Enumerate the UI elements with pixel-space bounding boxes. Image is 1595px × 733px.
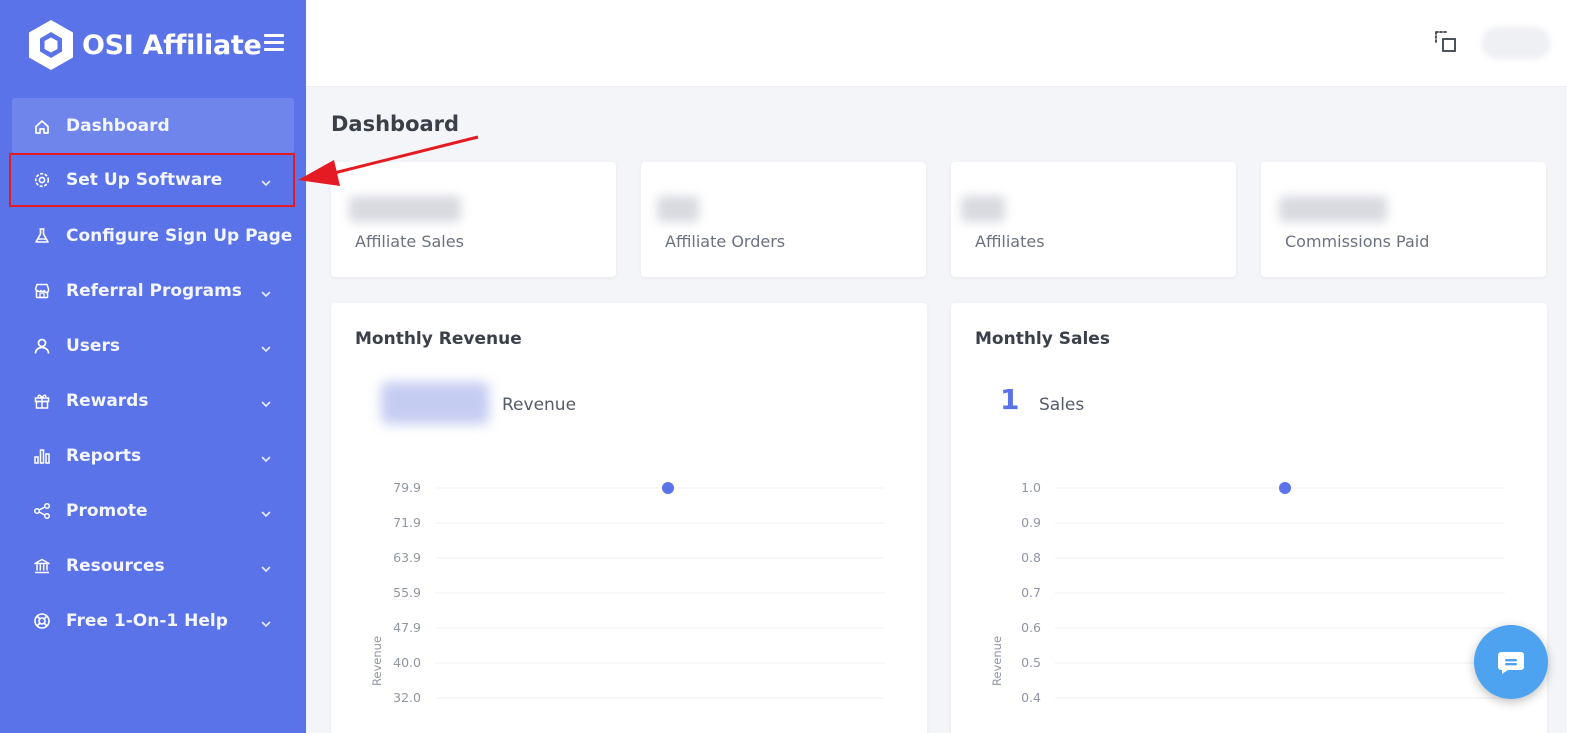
sidebar-item-referral-programs[interactable]: Referral Programs [12, 263, 294, 318]
stat-value-hidden [961, 196, 1005, 222]
data-point [1279, 482, 1291, 494]
y-tick-label: 47.9 [393, 620, 421, 635]
bank-icon [33, 557, 51, 575]
brand-name: OSI Affiliate [82, 29, 262, 61]
sidebar-item-rewards[interactable]: Rewards [12, 373, 294, 428]
sidebar-item-label: Set Up Software [66, 170, 223, 190]
stat-value-hidden [1279, 196, 1387, 222]
user-avatar[interactable] [1482, 27, 1550, 59]
sidebar: OSI Affiliate Dashboard Set Up Software Co… [0, 0, 306, 733]
y-tick-label: 79.9 [393, 480, 421, 495]
chevron-down-icon [260, 560, 272, 572]
sidebar-item-users[interactable]: Users [12, 318, 294, 373]
user-icon [33, 337, 51, 355]
sidebar-item-label: Reports [66, 445, 142, 466]
y-tick-label: 32.0 [393, 690, 421, 705]
y-tick-label: 1.0 [1021, 480, 1041, 495]
brand[interactable]: OSI Affiliate [28, 18, 262, 72]
kpi-value: 1 [1000, 383, 1020, 416]
sidebar-item-label: Dashboard [66, 115, 170, 136]
y-tick-label: 0.8 [1021, 550, 1041, 565]
sidebar-item-dashboard[interactable]: Dashboard [12, 98, 294, 153]
sales-chart: 1.0 0.9 0.8 0.7 0.6 0.5 0.4 Revenue [990, 480, 1505, 705]
annotation-arrow [298, 135, 479, 186]
sidebar-item-label: Referral Programs [66, 280, 242, 301]
chevron-down-icon [260, 615, 272, 627]
sidebar-item-resources[interactable]: Resources [12, 538, 294, 593]
sidebar-item-label: Configure Sign Up Page [66, 225, 293, 246]
sidebar-item-label: Users [66, 335, 120, 356]
chevron-down-icon [260, 174, 272, 187]
stat-label: Affiliate Orders [665, 232, 786, 251]
top-bar [306, 0, 1595, 87]
chat-icon [1498, 652, 1524, 674]
y-tick-label: 71.9 [393, 515, 421, 530]
scrollbar[interactable] [1567, 0, 1595, 733]
monthly-sales-card: Monthly Sales 1 Sales 1.0 0.9 0.8 0.7 0.6 0.5… [951, 303, 1547, 733]
sidebar-item-promote[interactable]: Promote [12, 483, 294, 538]
y-tick-label: 40.0 [393, 655, 421, 670]
monthly-revenue-card: Monthly Revenue Revenue 79.9 71.9 63.9 55.9… [331, 303, 927, 733]
stat-label: Commissions Paid [1285, 232, 1430, 251]
sidebar-item-configure-sign-up-page[interactable]: Configure Sign Up Page [12, 208, 294, 263]
y-tick-label: 0.4 [1021, 690, 1041, 705]
sidebar-item-label: Promote [66, 500, 148, 521]
sidebar-item-free-1-on-1-help[interactable]: Free 1-On-1 Help [12, 593, 294, 648]
chart-title: Monthly Sales [975, 329, 1110, 349]
sidebar-item-set-up-software[interactable]: Set Up Software [9, 153, 295, 207]
kpi-label: Revenue [502, 395, 577, 415]
chevron-down-icon [260, 450, 272, 462]
chevron-down-icon [260, 285, 272, 297]
bar-chart-icon [33, 447, 51, 465]
chevron-down-icon [260, 505, 272, 517]
sidebar-item-label: Free 1-On-1 Help [66, 610, 228, 631]
y-tick-label: 0.6 [1021, 620, 1041, 635]
y-tick-label: 0.7 [1021, 585, 1041, 600]
hamburger-menu-icon[interactable] [264, 34, 284, 51]
kpi-label: Sales [1039, 395, 1085, 415]
stat-value-hidden [349, 196, 461, 222]
home-icon [33, 117, 51, 135]
lifebuoy-icon [33, 612, 51, 630]
y-tick-label: 55.9 [393, 585, 421, 600]
y-tick-label: 0.9 [1021, 515, 1041, 530]
osi-logo-icon [28, 19, 74, 71]
sidebar-nav: Dashboard Set Up Software Configure Sign U… [9, 98, 295, 648]
stat-card-commissions-paid: Commissions Paid [1261, 162, 1546, 277]
stat-label: Affiliates [975, 232, 1045, 251]
stat-card-affiliates: Affiliates [951, 162, 1236, 277]
data-point [662, 482, 674, 494]
share-icon [33, 502, 51, 520]
stat-card-affiliate-orders: Affiliate Orders [641, 162, 926, 277]
gear-icon [33, 171, 51, 189]
y-axis-label: Revenue [990, 636, 1004, 686]
y-tick-label: 0.5 [1021, 655, 1041, 670]
store-icon [33, 282, 51, 300]
sidebar-item-label: Resources [66, 555, 165, 576]
sidebar-item-reports[interactable]: Reports [12, 428, 294, 483]
stat-label: Affiliate Sales [355, 232, 464, 251]
sidebar-item-label: Rewards [66, 390, 149, 411]
flask-icon [33, 227, 51, 245]
y-tick-label: 63.9 [393, 550, 421, 565]
stat-value-hidden [657, 196, 699, 222]
revenue-value-hidden [381, 382, 489, 424]
fullscreen-icon[interactable] [1434, 30, 1460, 56]
revenue-chart: 79.9 71.9 63.9 55.9 47.9 40.0 32.0 Revenue [370, 480, 885, 705]
chevron-down-icon [260, 395, 272, 407]
y-axis-label: Revenue [370, 636, 384, 686]
gift-icon [33, 392, 51, 410]
chevron-down-icon [260, 340, 272, 352]
chat-button[interactable] [1474, 625, 1548, 699]
chart-title: Monthly Revenue [355, 329, 522, 349]
